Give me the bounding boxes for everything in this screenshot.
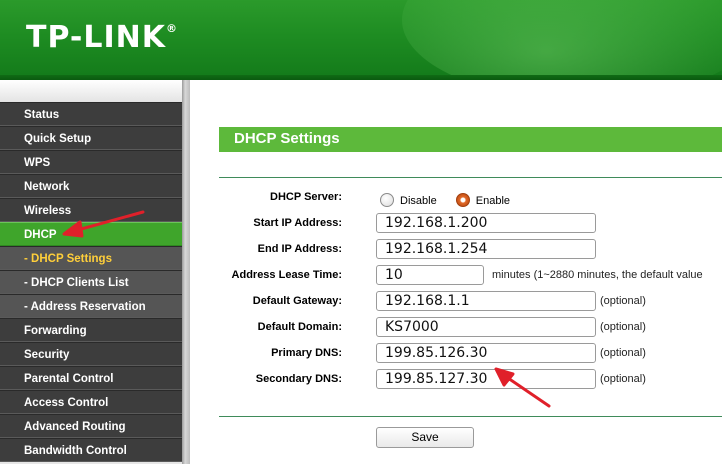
enable-radio[interactable] [455, 192, 470, 207]
default-domain-row: Default Domain: KS7000 (optional) [190, 317, 722, 339]
default-domain-hint: (optional) [600, 321, 646, 333]
sidebar-top-spacer [0, 80, 182, 102]
lease-time-label: Address Lease Time: [231, 269, 342, 281]
secondary-dns-hint: (optional) [600, 373, 646, 385]
secondary-dns-label: Secondary DNS: [255, 373, 342, 385]
lease-time-row: Address Lease Time: 10 minutes (1~2880 m… [190, 265, 722, 287]
start-ip-row: Start IP Address: 192.168.1.200 [190, 213, 722, 235]
sidebar-menu: Status Quick Setup WPS Network Wireless … [0, 102, 182, 462]
dhcp-server-radio-group: Disable Enable [380, 187, 524, 207]
default-gateway-input[interactable]: 192.168.1.1 [376, 291, 596, 311]
default-domain-input[interactable]: KS7000 [376, 317, 596, 337]
default-gateway-hint: (optional) [600, 295, 646, 307]
sidebar-item-advanced-routing[interactable]: Advanced Routing [0, 414, 182, 438]
start-ip-input[interactable]: 192.168.1.200 [376, 213, 596, 233]
end-ip-input[interactable]: 192.168.1.254 [376, 239, 596, 259]
primary-dns-row: Primary DNS: 199.85.126.30 (optional) [190, 343, 722, 365]
sidebar-item-forwarding[interactable]: Forwarding [0, 318, 182, 342]
disable-radio-label: Disable [400, 195, 437, 207]
section-title-bar: DHCP Settings [219, 127, 722, 152]
secondary-dns-row: Secondary DNS: 199.85.127.30 (optional) [190, 369, 722, 391]
lease-time-input[interactable]: 10 [376, 265, 484, 285]
sidebar-item-status[interactable]: Status [0, 102, 182, 126]
default-domain-label: Default Domain: [257, 321, 342, 333]
lease-time-hint: minutes (1~2880 minutes, the default val… [492, 269, 703, 281]
sidebar-item-network[interactable]: Network [0, 174, 182, 198]
page-title: DHCP Settings [234, 130, 340, 147]
sidebar-item-wps[interactable]: WPS [0, 150, 182, 174]
default-gateway-row: Default Gateway: 192.168.1.1 (optional) [190, 291, 722, 313]
primary-dns-input[interactable]: 199.85.126.30 [376, 343, 596, 363]
bottom-divider [219, 416, 722, 417]
sidebar-item-bandwidth-control[interactable]: Bandwidth Control [0, 438, 182, 462]
main-content: DHCP Settings DHCP Server: Disable Enabl… [190, 80, 722, 464]
sidebar-item-security[interactable]: Security [0, 342, 182, 366]
sidebar-item-address-reservation[interactable]: - Address Reservation [0, 294, 182, 318]
sidebar-item-quick-setup[interactable]: Quick Setup [0, 126, 182, 150]
enable-radio-label: Enable [475, 195, 511, 207]
header-banner: TP-LINK® [0, 0, 722, 80]
default-gateway-label: Default Gateway: [252, 295, 342, 307]
end-ip-row: End IP Address: 192.168.1.254 [190, 239, 722, 261]
sidebar-item-dhcp[interactable]: DHCP [0, 222, 182, 246]
save-button[interactable]: Save [376, 427, 474, 448]
sidebar-item-dhcp-clients-list[interactable]: - DHCP Clients List [0, 270, 182, 294]
secondary-dns-input[interactable]: 199.85.127.30 [376, 369, 596, 389]
disable-radio[interactable] [380, 192, 394, 207]
primary-dns-label: Primary DNS: [271, 347, 342, 359]
end-ip-label: End IP Address: [257, 243, 342, 255]
dhcp-server-label: DHCP Server: [270, 191, 342, 203]
sidebar-item-dhcp-settings[interactable]: - DHCP Settings [0, 246, 182, 270]
sidebar-item-parental-control[interactable]: Parental Control [0, 366, 182, 390]
dhcp-server-row: DHCP Server: Disable Enable [190, 187, 722, 209]
sidebar-item-access-control[interactable]: Access Control [0, 390, 182, 414]
sidebar-divider [182, 80, 190, 464]
start-ip-label: Start IP Address: [253, 217, 342, 229]
top-divider [219, 177, 722, 178]
header-swirl-decoration [402, 0, 722, 80]
sidebar-item-wireless[interactable]: Wireless [0, 198, 182, 222]
primary-dns-hint: (optional) [600, 347, 646, 359]
tp-link-logo: TP-LINK® [26, 20, 179, 55]
